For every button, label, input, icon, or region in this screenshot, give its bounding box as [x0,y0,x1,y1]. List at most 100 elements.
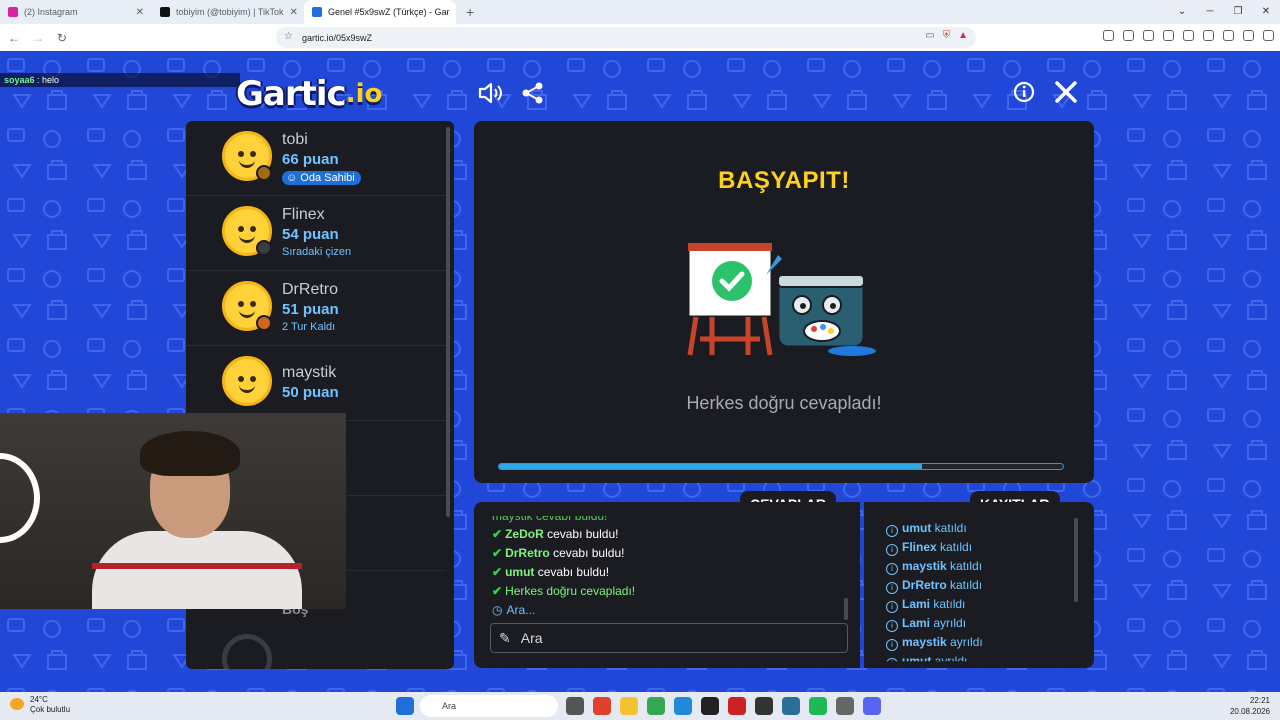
log-line: i umut ayrıldı [886,654,967,662]
round-title: BAŞYAPIT! [718,167,850,194]
edge-icon[interactable] [674,697,692,715]
sidebar-icon[interactable] [1183,30,1194,41]
player-list-scrollbar[interactable] [446,127,450,517]
info-icon: i [886,658,898,662]
app-icon[interactable] [728,697,746,715]
info-icon: i [886,639,898,651]
answer-line: ✔ ZeDoR cevabı buldu! [492,527,619,541]
player-card[interactable]: maystik 50 puan [186,346,446,421]
chrome-icon[interactable] [647,697,665,715]
logs-panel: i umut katıldı i Flinex katıldı i maystik k… [864,502,1094,668]
cast-icon[interactable]: ▭ [925,30,934,41]
logs-scrollbar[interactable] [1074,518,1078,602]
browser-toolbar: ← → ↻ ☆ gartic.io/05x9swZ ▭ ⛨ ▲ [0,24,1280,51]
address-bar[interactable]: ☆ gartic.io/05x9swZ ▭ ⛨ ▲ [276,27,976,48]
tiktok-icon [160,7,170,17]
stream-chat-overlay: soyaa6 : helo [0,73,240,87]
chat-user: soyaa6 [4,75,35,85]
avatar [222,131,272,181]
avatar [222,206,272,256]
player-card[interactable]: Flinex 54 puan Sıradaki çizen [186,196,446,271]
spotify-icon[interactable] [809,697,827,715]
window-controls: ⌄ ─ ❐ ✕ [1168,0,1280,24]
player-name: maystik [282,364,337,381]
info-icon[interactable] [1013,81,1035,103]
log-line: i Lami ayrıldı [886,616,966,632]
back-icon[interactable]: ← [4,31,24,45]
reload-icon[interactable]: ↻ [52,31,72,45]
tab-gartic[interactable]: Genel #5x9swZ (Türkçe) - Gar ✕ [304,0,456,24]
brave-shield-icon[interactable]: ⛨ [943,30,951,41]
ring-light [0,453,40,543]
webcam-overlay [0,413,346,609]
taskbar-search[interactable]: Ara [420,695,558,717]
close-icon[interactable]: ✕ [290,7,298,18]
extension-icon[interactable] [1143,30,1154,41]
discord-icon[interactable] [863,697,881,715]
check-icon: ✔ [492,527,503,541]
player-name: tobi [282,131,308,148]
answer-input[interactable]: ✎ Ara [490,623,848,653]
player-score: 50 puan [282,384,339,401]
answers-panel: maystik cevabı buldu! ✔ ZeDoR cevabı buld… [474,502,860,668]
tab-instagram[interactable]: (2) Instagram ✕ [0,0,152,24]
close-icon[interactable]: ✕ [136,7,144,18]
vpn-icon[interactable] [1243,30,1254,41]
answer-line: ✔ umut cevabı buldu! [492,565,610,579]
forward-icon[interactable]: → [28,31,48,45]
owner-label: Oda Sahibi [300,172,355,184]
player-badge: 2 Tur Kaldı [282,321,336,333]
gartic-logo[interactable]: Gartic .io [236,74,383,114]
clock-date: 20.08.2026 [1229,707,1270,716]
brave-icon[interactable] [593,697,611,715]
brave-rewards-icon[interactable]: ▲ [958,30,968,41]
player-card[interactable]: tobi 66 puan ☺ Oda Sahibi [186,121,446,196]
more-line: ◷ Ara... [492,603,536,617]
close-window-button[interactable]: ✕ [1252,0,1280,24]
maximize-button[interactable]: ❐ [1224,0,1252,24]
extension-icon[interactable] [1163,30,1174,41]
masterpiece-illustration [686,243,876,356]
system-tray-clock[interactable]: 22:21 20.08.2026 [1230,695,1270,717]
menu-icon[interactable] [1263,30,1274,41]
player-card[interactable]: DrRetro 51 puan 2 Tur Kaldı [186,271,446,346]
info-icon: i [886,525,898,537]
sound-icon[interactable] [478,81,504,105]
address-extensions: ▭ ⛨ ▲ [925,30,968,41]
streamer-hair [140,431,240,476]
extension-icon[interactable] [1103,30,1114,41]
pencil-icon: ✎ [499,629,511,646]
share-icon[interactable] [521,81,545,105]
tab-tiktok[interactable]: tobiyim (@tobiyim) | TikTok ✕ [152,0,304,24]
minimize-button[interactable]: ─ [1196,0,1224,24]
logo-ext: .io [345,79,383,109]
wallet-icon[interactable] [1203,30,1214,41]
weather-widget[interactable]: 24°C Çok bulutlu [10,695,70,715]
round-progress-fill [499,464,922,469]
app-icon[interactable] [701,697,719,715]
log-line: i Flinex katıldı [886,540,972,556]
extension-icon[interactable] [1123,30,1134,41]
answers-scrollbar[interactable] [844,598,848,620]
bookmark-icon[interactable]: ☆ [284,31,293,42]
shirt-stripe [92,563,302,569]
close-icon[interactable] [1054,80,1078,104]
instagram-icon [8,7,18,17]
status-dot [256,240,272,256]
app-icon[interactable] [755,697,773,715]
app-icon[interactable] [836,697,854,715]
answer-line: ✔ DrRetro cevabı buldu! [492,546,625,560]
log-line: i DrRetro katıldı [886,578,982,594]
start-icon[interactable] [396,697,414,715]
owner-badge: ☺ Oda Sahibi [282,171,361,185]
chat-message: : helo [34,75,60,85]
new-tab-button[interactable]: + [466,4,474,20]
pinned-apps [566,697,881,715]
tab-search-icon[interactable]: ⌄ [1168,0,1196,24]
gartic-icon [312,7,322,17]
file-explorer-icon[interactable] [620,697,638,715]
app-icon[interactable] [782,697,800,715]
leo-icon[interactable] [1223,30,1234,41]
task-view-icon[interactable] [566,697,584,715]
player-score: 66 puan [282,151,339,168]
